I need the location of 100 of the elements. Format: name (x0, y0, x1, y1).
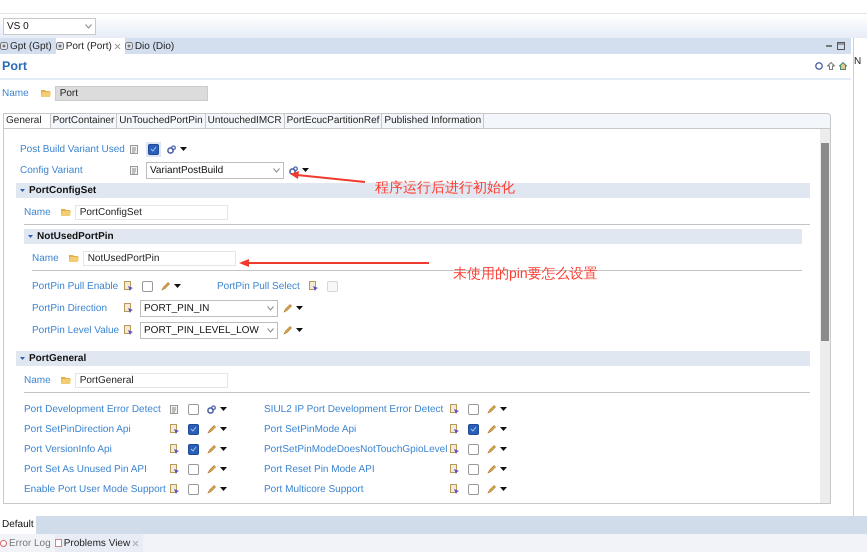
linked-document-icon (124, 303, 134, 313)
maximize-icon[interactable] (837, 42, 845, 50)
linked-document-icon (124, 281, 134, 291)
collapse-icon (20, 189, 25, 192)
view-tab[interactable]: Problems View (54, 534, 144, 552)
document-icon (130, 166, 138, 174)
close-icon[interactable] (114, 42, 121, 50)
checkbox[interactable] (468, 464, 479, 474)
folder-icon (60, 208, 71, 216)
editor-tab[interactable]: Dio (Dio) (124, 38, 178, 54)
linked-document-icon (124, 325, 134, 335)
check-icon (190, 446, 197, 452)
field-label: Port SetPinDirection Api (24, 422, 132, 436)
field-label: SIUL2 IP Port Development Error Detect (264, 402, 444, 416)
caret-icon[interactable] (220, 447, 227, 451)
linked-document-icon (170, 424, 180, 434)
list-icon (54, 539, 62, 547)
checkbox[interactable] (188, 464, 199, 474)
caret-icon[interactable] (500, 447, 507, 451)
chevron-icon (267, 328, 274, 332)
field-label: PortSetPinModeDoesNotTouchGpioLevel (264, 442, 448, 456)
caret-icon[interactable] (500, 427, 507, 431)
folder-icon (40, 89, 51, 97)
linked-document-icon (450, 484, 460, 494)
caret-icon[interactable] (180, 147, 187, 151)
name-field[interactable]: NotUsedPortPin (82, 250, 236, 266)
checkbox[interactable] (188, 444, 199, 454)
checkbox[interactable] (468, 424, 479, 434)
check-icon (470, 426, 477, 432)
panel-label: N (854, 55, 862, 69)
caret-icon[interactable] (220, 467, 227, 471)
dropdown[interactable]: VariantPostBuild (146, 162, 284, 178)
field-label: Config Variant (20, 164, 84, 178)
tab[interactable]: PortEcucPartitionRef (284, 114, 382, 128)
caret-icon[interactable] (500, 467, 507, 471)
collapse-icon (28, 235, 33, 238)
field-label: PortPin Pull Enable (32, 280, 120, 294)
caret-icon[interactable] (302, 168, 309, 172)
variant-dropdown[interactable]: VS 0 (3, 18, 96, 35)
checkbox[interactable] (188, 424, 199, 434)
dropdown[interactable]: PORT_PIN_IN (140, 300, 278, 316)
caret-icon[interactable] (500, 487, 507, 491)
tab[interactable]: UnTouchedPortPin (117, 114, 206, 128)
caret-icon[interactable] (220, 487, 227, 491)
caret-icon[interactable] (296, 306, 303, 310)
up-arrow-icon[interactable] (827, 62, 835, 70)
view-tab[interactable]: Error Log (0, 534, 55, 552)
error-icon (0, 540, 7, 546)
collapse-icon (20, 357, 25, 360)
home-icon[interactable] (839, 62, 847, 70)
tab[interactable]: PortContainer (50, 114, 118, 128)
tab[interactable]: Published Information (382, 114, 484, 128)
checkbox[interactable] (468, 404, 479, 414)
field-label: Name (32, 252, 59, 266)
editor-tab[interactable]: Port (Port) (56, 38, 125, 54)
field-label: Port Reset Pin Mode API (264, 462, 376, 476)
checkbox[interactable] (148, 144, 159, 154)
linked-document-icon (450, 424, 460, 434)
caret-icon[interactable] (296, 328, 303, 332)
dropdown[interactable]: PORT_PIN_LEVEL_LOW (140, 322, 278, 338)
checkbox[interactable] (468, 484, 479, 494)
editor-tab[interactable]: Gpt (Gpt) (0, 38, 56, 54)
field-label: PortPin Level Value (32, 324, 120, 338)
module-icon (124, 42, 133, 50)
name-field[interactable]: PortConfigSet (74, 204, 228, 220)
checkbox[interactable] (188, 484, 199, 494)
field-label: Name (24, 206, 51, 220)
tab[interactable]: UntouchedIMCR (206, 114, 285, 128)
annotation-text: 未使用的pin要怎么设置 (453, 266, 598, 280)
field-label: Port SetPinMode Api (264, 422, 358, 436)
folder-icon (68, 254, 79, 262)
editor-title: Port (2, 58, 27, 75)
caret-icon[interactable] (220, 407, 227, 411)
checkbox[interactable] (142, 280, 153, 292)
chevron-icon (267, 306, 274, 310)
document-icon (130, 144, 138, 154)
layout-tab[interactable]: Default (0, 516, 36, 534)
document-icon (170, 404, 178, 414)
field-label: Name (24, 374, 51, 388)
name-field[interactable]: PortGeneral (74, 372, 228, 388)
check-icon (150, 146, 157, 152)
scrollbar-thumb[interactable] (821, 143, 829, 341)
linked-document-icon (450, 444, 460, 454)
linked-document-icon (170, 484, 180, 494)
field-label: Port Multicore Support (264, 482, 364, 496)
checkbox[interactable] (468, 444, 479, 454)
caret-icon[interactable] (174, 284, 181, 288)
linked-document-icon (450, 464, 460, 474)
section-header[interactable]: PortGeneral (16, 351, 810, 366)
linked-document-icon (170, 444, 180, 454)
field-label: PortPin Pull Select (217, 280, 301, 294)
field-label: Port Development Error Detect (24, 402, 162, 416)
section-header[interactable]: NotUsedPortPin (24, 229, 802, 244)
name-field[interactable]: Port (54, 86, 208, 100)
caret-icon[interactable] (220, 427, 227, 431)
checkbox[interactable] (188, 404, 199, 414)
field-label: Port VersionInfo Api (24, 442, 113, 456)
caret-icon[interactable] (500, 407, 507, 411)
field-label: Enable Port User Mode Support (24, 482, 167, 496)
tab[interactable]: General (4, 114, 51, 128)
